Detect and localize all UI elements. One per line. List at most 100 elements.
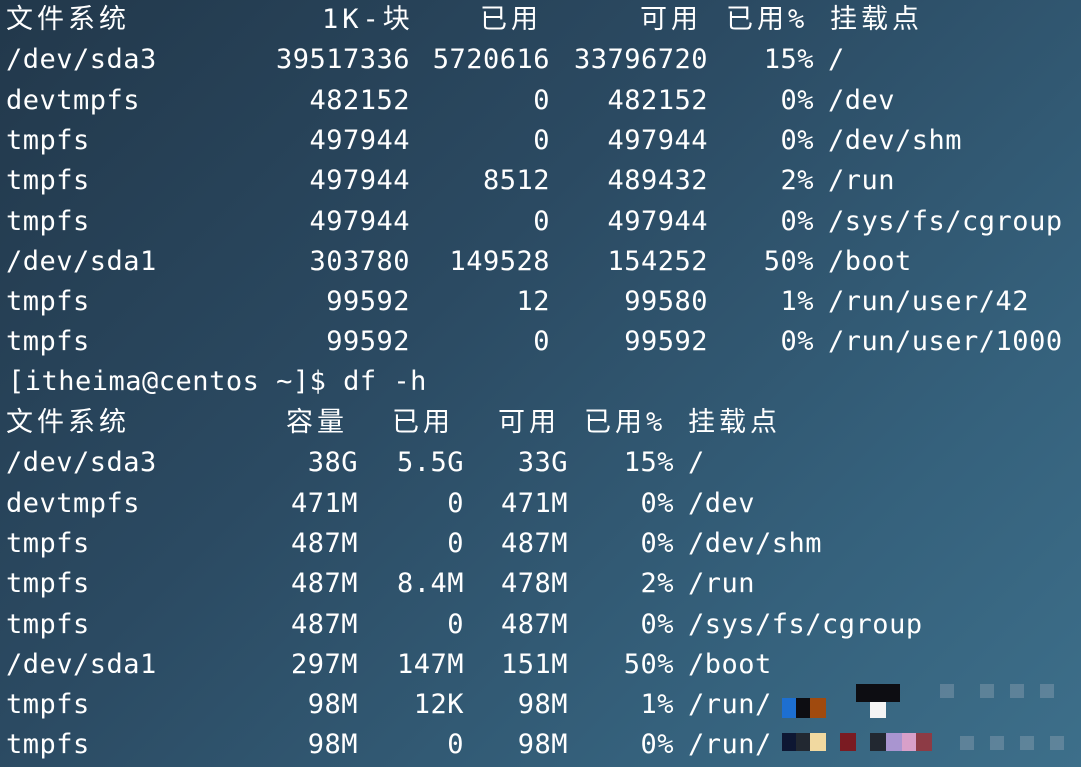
column-header: 可用 (498, 407, 560, 438)
censor-mosaic-block (796, 698, 810, 718)
cell-pct: 15% (763, 44, 814, 76)
cell-c3: 478M (500, 568, 568, 600)
cell-c1: 39517336 (275, 44, 410, 76)
column-header: 已用 (392, 407, 454, 438)
cell-c3: 99580 (624, 286, 708, 318)
df-row: tmpfs 497944 8512 489432 2% /run (0, 161, 1081, 201)
cell-mnt: /dev/shm (828, 124, 963, 156)
cell-mnt: /run (828, 165, 896, 197)
censor-mosaic-block (810, 698, 826, 718)
cell-c1: 482152 (309, 84, 410, 116)
cell-fs: tmpfs (6, 165, 90, 197)
cell-c1: 303780 (309, 245, 410, 277)
cell-pct: 15% (623, 447, 674, 479)
cell-fs: tmpfs (6, 608, 90, 640)
cell-fs: tmpfs (6, 527, 90, 559)
censor-mosaic-block (782, 698, 796, 718)
df-h-row: /dev/sda3 38G 5.5G 33G 15% / (0, 443, 1081, 483)
cell-pct: 2% (780, 165, 814, 197)
cell-mnt: /dev (688, 487, 756, 519)
cell-c1: 497944 (309, 165, 410, 197)
cell-c1: 98M (307, 729, 358, 761)
cell-c1: 487M (290, 568, 358, 600)
censor-mosaic-block (796, 733, 810, 751)
censor-mosaic-block (990, 736, 1004, 750)
column-header: 容量 (286, 407, 348, 438)
censor-mosaic-block (980, 684, 994, 698)
cell-c2: 5.5G (396, 447, 464, 479)
cell-fs: /dev/sda3 (6, 447, 157, 479)
column-header: 挂载点 (688, 407, 781, 438)
column-header: 文件系统 (6, 4, 130, 35)
cell-pct: 0% (780, 326, 814, 358)
censor-mosaic-block (810, 733, 826, 751)
cell-c3: 99592 (624, 326, 708, 358)
censor-mosaic-block (902, 733, 916, 751)
cell-c3: 98M (517, 689, 568, 721)
cell-c2: 149528 (449, 245, 550, 277)
cell-c3: 33G (517, 447, 568, 479)
cell-c1: 98M (307, 689, 358, 721)
cell-fs: devtmpfs (6, 487, 141, 519)
censor-mosaic-block (960, 736, 974, 750)
cell-mnt: /sys/fs/cgroup (828, 205, 1063, 237)
cell-c1: 471M (290, 487, 358, 519)
cell-fs: /dev/sda1 (6, 648, 157, 680)
censor-mosaic-block (940, 684, 954, 698)
cell-c2: 147M (396, 648, 464, 680)
cell-fs: /dev/sda1 (6, 245, 157, 277)
cell-fs: devtmpfs (6, 84, 141, 116)
cell-c2: 0 (533, 124, 550, 156)
cell-c3: 154252 (607, 245, 708, 277)
cell-mnt: /run/user/42 (828, 286, 1030, 318)
cell-pct: 0% (640, 487, 674, 519)
cell-c2: 0 (533, 326, 550, 358)
cell-c3: 489432 (607, 165, 708, 197)
cell-c3: 151M (500, 648, 568, 680)
censor-mosaic-block (870, 702, 886, 718)
column-header: 已用% (584, 407, 667, 438)
cell-c1: 487M (290, 608, 358, 640)
cell-c1: 497944 (309, 205, 410, 237)
cell-mnt: / (828, 44, 845, 76)
cell-pct: 50% (763, 245, 814, 277)
cell-c3: 497944 (607, 205, 708, 237)
df-row: tmpfs 497944 0 497944 0% /dev/shm (0, 121, 1081, 161)
df-h-row: tmpfs 487M 0 487M 0% /sys/fs/cgroup (0, 605, 1081, 645)
shell-prompt: [itheima@centos ~]$ df -h (8, 366, 427, 397)
cell-c1: 297M (290, 648, 358, 680)
cell-fs: tmpfs (6, 124, 90, 156)
cell-pct: 2% (640, 568, 674, 600)
cell-c2: 0 (533, 205, 550, 237)
cell-mnt: /run/ (688, 729, 772, 761)
cell-fs: tmpfs (6, 205, 90, 237)
cell-pct: 0% (780, 84, 814, 116)
column-header: 已用% (726, 4, 809, 35)
cell-c2: 0 (533, 84, 550, 116)
censor-mosaic-block (856, 684, 900, 702)
cell-pct: 50% (623, 648, 674, 680)
cell-c1: 99592 (326, 326, 410, 358)
terminal-window[interactable]: 文件系统 1K-块 已用 可用 已用% 挂载点/dev/sda3 39517336 57206… (0, 0, 1081, 767)
cell-c2: 0 (447, 487, 464, 519)
df-h-row: /dev/sda1 297M 147M 151M 50% /boot (0, 645, 1081, 685)
df-row: /dev/sda3 39517336 5720616 33796720 15% / (0, 40, 1081, 80)
cell-c2: 0 (447, 608, 464, 640)
cell-c3: 482152 (607, 84, 708, 116)
cell-mnt: /boot (828, 245, 912, 277)
cell-mnt: /run/user/1000 (828, 326, 1063, 358)
column-header: 可用 (640, 4, 702, 35)
cell-c1: 99592 (326, 286, 410, 318)
censor-mosaic-block (886, 733, 902, 751)
cell-c1: 38G (307, 447, 358, 479)
cell-fs: tmpfs (6, 689, 90, 721)
cell-mnt: /dev (828, 84, 896, 116)
cell-pct: 0% (640, 608, 674, 640)
df-row: tmpfs 99592 12 99580 1% /run/user/42 (0, 282, 1081, 322)
cell-c3: 471M (500, 487, 568, 519)
column-header: 文件系统 (6, 407, 130, 438)
cell-c2: 8.4M (396, 568, 464, 600)
censor-mosaic-block (870, 733, 886, 751)
df-h-row: tmpfs 98M 12K 98M 1% /run/ (0, 685, 1081, 725)
cell-c3: 497944 (607, 124, 708, 156)
